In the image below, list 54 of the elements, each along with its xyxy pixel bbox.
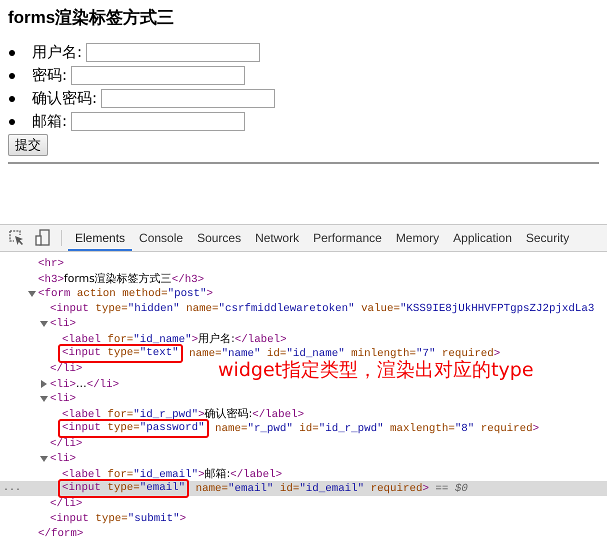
code-text: </form> [38,528,84,540]
code-text: <li> [50,452,76,464]
bullet-icon [9,72,15,78]
bullet-icon [9,50,15,56]
inspect-icon[interactable] [9,230,25,246]
highlight-box: <input type="email" [58,479,190,498]
code-text: <li> [50,318,76,330]
annotation-text: widget指定类型，渲染出对应的type [218,358,534,383]
input-field[interactable] [71,112,246,131]
input-field[interactable] [101,89,276,108]
devtools-tab[interactable]: Security [518,225,576,251]
devtools-tab[interactable]: Memory [388,225,446,251]
page-heading: forms渲染标签方式三 [8,7,176,29]
code-text: name="r_pwd" id="id_r_pwd" maxlength="8" required> [214,422,540,434]
code-text: name="email" id="id_email" required> == $0 [194,482,468,494]
code-text: <h3>forms渲染标签方式三</h3> [38,272,204,286]
toggle-icon[interactable] [40,320,48,328]
devtools-tab[interactable]: Performance [306,225,389,251]
input-field[interactable] [86,43,260,62]
input-field[interactable] [71,66,246,85]
toggle-icon[interactable] [40,394,48,402]
code-text: </li> [50,362,82,374]
field-label: 邮箱: [32,112,68,131]
devtools-tab[interactable]: Network [248,225,306,251]
code-text: <li> [50,392,76,404]
devtools-tab[interactable]: Sources [190,225,248,251]
code-text: name="name" id="id_name" minlength="7" required> [188,348,500,360]
code-text: <hr> [38,258,64,270]
code-text: <li>…</li> [50,376,120,390]
code-text: <label for="id_name">用户名:</label> [62,332,287,346]
toggle-icon[interactable] [40,380,48,388]
field-label: 用户名: [32,43,82,62]
code-text: <form action method="post"> [38,288,213,300]
more-text[interactable]: ... [3,483,22,494]
field-label: 确认密码: [32,89,98,108]
code-text: <label for="id_r_pwd">确认密码:</label> [62,406,304,420]
highlight-box: <input type="password" [58,419,209,438]
devtools-tab[interactable]: Console [132,225,190,251]
submit-button[interactable]: 提交 [8,134,48,156]
toggle-icon[interactable] [28,290,36,298]
selected-row[interactable]: ... <input type="email" name="email" id="id_email" required> == $0 [0,481,607,496]
code-text: </li> [50,498,82,510]
code-text: <input type="hidden" name="csrfmiddlewaretoken" value="KSS9IE8jUkHHVFPTgpsZJ2pjxdLa3 [50,302,594,314]
field-label: 密码: [32,66,68,85]
devtools-tab[interactable]: Elements [68,225,132,251]
code-text: <input type="submit"> [50,512,186,524]
code-text: <label for="id_email">邮箱:</label> [62,466,282,480]
devtools-tab[interactable]: Application [446,225,519,251]
bullet-icon [9,118,15,124]
bullet-icon [9,96,15,102]
toggle-icon[interactable] [40,454,48,462]
code-text: </li> [50,438,82,450]
highlight-box: <input type="text" [58,344,183,363]
device-icon[interactable] [35,229,51,247]
